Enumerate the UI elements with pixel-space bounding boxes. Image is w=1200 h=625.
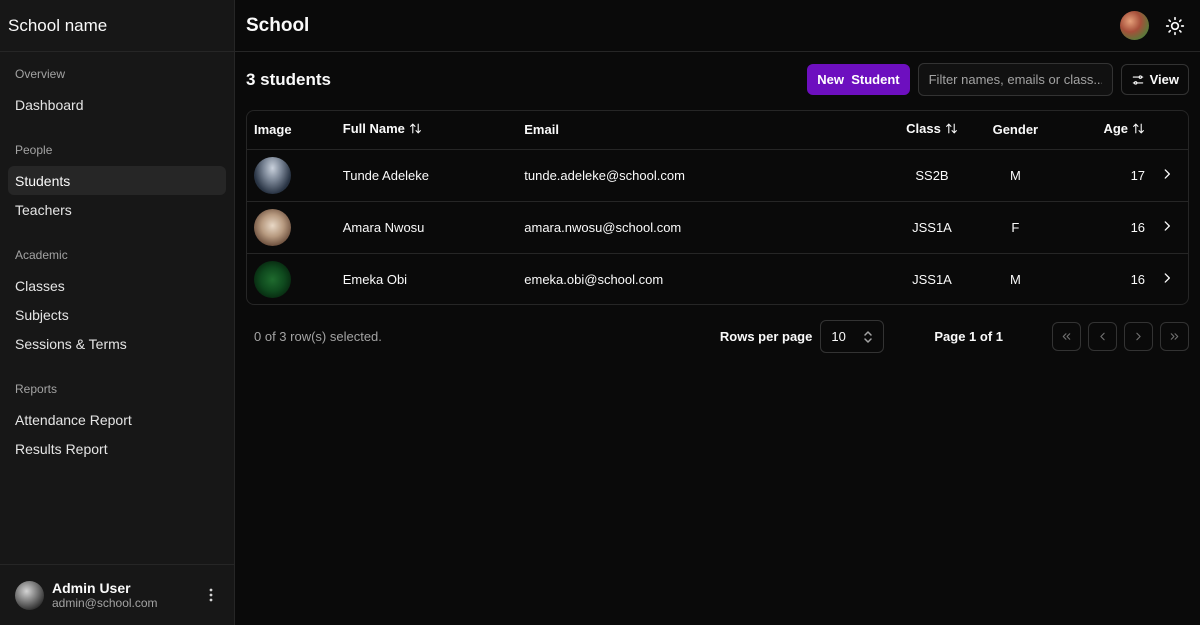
cell-image bbox=[247, 253, 335, 304]
sort-icon[interactable] bbox=[409, 122, 422, 138]
column-header-actions bbox=[1145, 111, 1188, 150]
cell-full-name: Emeka Obi bbox=[342, 271, 408, 287]
last-page-button[interactable] bbox=[1160, 322, 1189, 351]
view-button-label: View bbox=[1149, 72, 1179, 87]
sort-icon[interactable] bbox=[945, 122, 958, 138]
chevrons-left-icon bbox=[1062, 333, 1071, 340]
sidebar-item-dashboard[interactable]: Dashboard bbox=[8, 90, 226, 119]
avatar bbox=[15, 580, 44, 610]
table-row[interactable]: Amara Nwosu amara.nwosu@school.com JSS1A… bbox=[247, 201, 1188, 253]
cell-age: 16 bbox=[1130, 271, 1146, 287]
chevron-right-icon[interactable] bbox=[1145, 253, 1188, 304]
next-page-button[interactable] bbox=[1124, 322, 1153, 351]
rows-per-page-label: Rows per page bbox=[719, 329, 813, 344]
table-header-row: Image Full Name Email Class Gender Age bbox=[247, 111, 1188, 150]
avatar[interactable] bbox=[1120, 11, 1149, 40]
cell-class: JSS1A bbox=[912, 271, 952, 287]
students-table: Image Full Name Email Class Gender Age T… bbox=[246, 110, 1189, 305]
chevron-right-icon bbox=[1136, 332, 1141, 341]
chevrons-up-down-icon bbox=[864, 330, 873, 343]
sliders-icon bbox=[1132, 74, 1143, 85]
student-count-title: 3 students bbox=[246, 69, 332, 89]
rows-per-page-select[interactable]: 10 bbox=[820, 320, 885, 353]
cell-image bbox=[247, 201, 335, 253]
sidebar-item-results-report[interactable]: Results Report bbox=[8, 434, 226, 463]
rows-per-page-value: 10 bbox=[831, 329, 846, 344]
sort-icon[interactable] bbox=[1132, 122, 1145, 138]
nav-group-label: Overview bbox=[15, 67, 66, 81]
main-content: School 3 students New Student View Image… bbox=[235, 0, 1200, 625]
sidebar-item-sessions-terms[interactable]: Sessions & Terms bbox=[8, 329, 226, 358]
sidebar-item-classes[interactable]: Classes bbox=[8, 271, 226, 300]
table-row[interactable]: Tunde Adeleke tunde.adeleke@school.com S… bbox=[247, 149, 1188, 201]
chevron-right-icon[interactable] bbox=[1145, 149, 1188, 201]
nav-group-label: Academic bbox=[15, 248, 68, 262]
sidebar-item-teachers[interactable]: Teachers bbox=[8, 195, 226, 224]
nav-group-people: People Students Teachers bbox=[0, 134, 234, 224]
sidebar-item-attendance-report[interactable]: Attendance Report bbox=[8, 405, 226, 434]
chevron-right-icon[interactable] bbox=[1145, 201, 1188, 253]
avatar bbox=[254, 208, 291, 246]
topbar: School bbox=[235, 0, 1200, 52]
filter-input[interactable] bbox=[917, 63, 1113, 96]
cell-email: emeka.obi@school.com bbox=[524, 271, 664, 287]
cell-class: SS2B bbox=[915, 167, 949, 183]
cell-gender: M bbox=[1009, 167, 1021, 183]
column-header-class[interactable]: Class bbox=[815, 111, 966, 150]
avatar bbox=[254, 260, 291, 298]
view-button[interactable]: View bbox=[1120, 64, 1189, 95]
cell-email: tunde.adeleke@school.com bbox=[524, 167, 685, 183]
cell-full-name: Amara Nwosu bbox=[342, 219, 425, 235]
column-header-age[interactable]: Age bbox=[1065, 111, 1146, 150]
avatar bbox=[254, 156, 291, 194]
column-header-image: Image bbox=[247, 111, 335, 150]
pagination: 0 of 3 row(s) selected. Rows per page 10… bbox=[246, 320, 1189, 353]
nav-group-label: Reports bbox=[15, 382, 58, 396]
user-email: admin@school.com bbox=[52, 595, 158, 610]
sidebar-item-subjects[interactable]: Subjects bbox=[8, 300, 226, 329]
user-name: Admin User bbox=[52, 579, 131, 596]
nav-group-academic: Academic Classes Subjects Sessions & Ter… bbox=[0, 239, 234, 358]
chevrons-right-icon bbox=[1170, 333, 1179, 340]
first-page-button[interactable] bbox=[1052, 322, 1081, 351]
sidebar: School name Overview Dashboard People St… bbox=[0, 0, 235, 625]
nav-group-overview: Overview Dashboard bbox=[0, 58, 234, 119]
cell-class: JSS1A bbox=[912, 219, 952, 235]
cell-gender: F bbox=[1011, 219, 1020, 235]
new-student-button[interactable]: New Student bbox=[807, 64, 910, 95]
page-indicator: Page 1 of 1 bbox=[934, 329, 1003, 344]
cell-image bbox=[247, 149, 335, 201]
page-title: School bbox=[246, 14, 310, 36]
user-info: Admin User admin@school.com bbox=[52, 580, 203, 611]
cell-age: 16 bbox=[1130, 219, 1146, 235]
nav-group-reports: Reports Attendance Report Results Report bbox=[0, 373, 234, 463]
sidebar-item-students[interactable]: Students bbox=[8, 166, 226, 195]
previous-page-button[interactable] bbox=[1088, 322, 1117, 351]
cell-age: 17 bbox=[1130, 167, 1146, 183]
more-vertical-icon[interactable] bbox=[203, 585, 219, 605]
cell-gender: M bbox=[1009, 271, 1021, 287]
selection-status: 0 of 3 row(s) selected. bbox=[254, 329, 382, 344]
nav-group-label: People bbox=[15, 143, 53, 157]
user-menu[interactable]: Admin User admin@school.com bbox=[0, 564, 234, 625]
column-header-email: Email bbox=[516, 111, 816, 150]
cell-email: amara.nwosu@school.com bbox=[524, 219, 682, 235]
toolbar: 3 students New Student View bbox=[246, 63, 1189, 96]
column-header-gender: Gender bbox=[965, 111, 1066, 150]
cell-full-name: Tunde Adeleke bbox=[342, 167, 430, 183]
chevron-left-icon bbox=[1100, 332, 1105, 341]
school-name[interactable]: School name bbox=[0, 0, 234, 52]
column-header-full-name[interactable]: Full Name bbox=[334, 111, 517, 150]
table-row[interactable]: Emeka Obi emeka.obi@school.com JSS1A M 1… bbox=[247, 253, 1188, 304]
sun-icon[interactable] bbox=[1160, 11, 1189, 40]
